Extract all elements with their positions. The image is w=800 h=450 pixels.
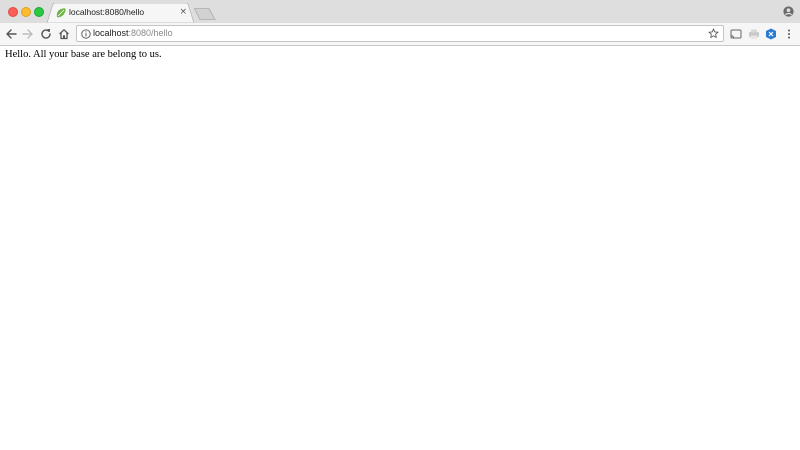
page-body-text: Hello. All your base are belong to us. — [5, 49, 162, 60]
kebab-menu-icon[interactable] — [783, 28, 795, 40]
cast-icon[interactable] — [730, 28, 742, 40]
url-host: localhost — [93, 28, 129, 38]
profile-avatar-icon[interactable] — [783, 6, 794, 17]
zoom-window-button[interactable] — [34, 7, 44, 17]
tab-title: localhost:8080/hello — [69, 7, 145, 17]
browser-chrome: localhost:8080/hello × localhost:8080/he… — [0, 0, 800, 46]
tab-close-icon[interactable]: × — [179, 6, 187, 18]
active-tab[interactable]: localhost:8080/hello × — [47, 3, 194, 23]
url-text: localhost:8080/hello — [93, 28, 173, 39]
url-path: :8080/hello — [128, 28, 173, 38]
home-icon[interactable] — [57, 27, 71, 41]
printer-extension-icon[interactable] — [748, 28, 760, 40]
reload-icon[interactable] — [39, 27, 53, 41]
tab-strip: localhost:8080/hello × — [0, 0, 800, 23]
new-tab-button[interactable] — [194, 8, 216, 20]
close-window-button[interactable] — [8, 7, 18, 17]
forward-arrow-icon[interactable] — [21, 27, 35, 41]
spring-leaf-icon — [56, 8, 66, 18]
back-arrow-icon[interactable] — [4, 27, 18, 41]
extension-badge-icon[interactable] — [765, 28, 777, 40]
bookmark-star-icon[interactable] — [708, 28, 719, 39]
browser-toolbar: localhost:8080/hello — [0, 23, 800, 46]
info-icon[interactable] — [81, 29, 91, 39]
minimize-window-button[interactable] — [21, 7, 31, 17]
address-bar[interactable]: localhost:8080/hello — [76, 25, 724, 42]
